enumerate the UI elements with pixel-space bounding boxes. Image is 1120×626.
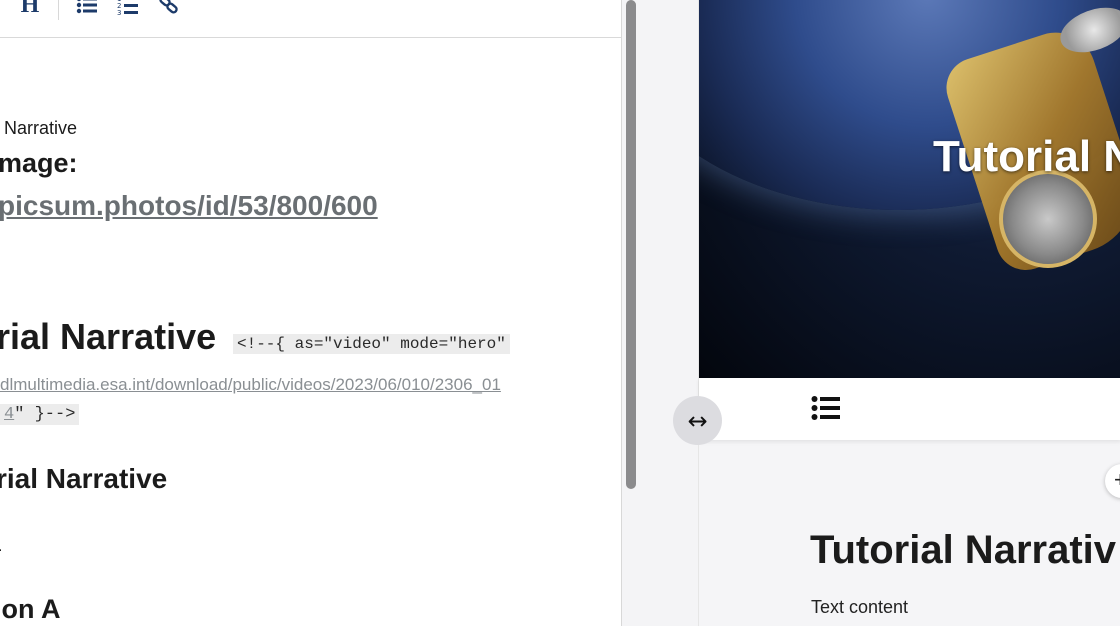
preview-pane: Tutorial N + Tutorial Narrativ Text cont… [698, 0, 1120, 626]
svg-text:3: 3 [117, 9, 121, 15]
editor-scrollbar[interactable] [626, 0, 636, 489]
numbered-list-icon[interactable]: 1 2 3 [116, 0, 140, 16]
heading-tutorial-narrative-2: rial Narrative [0, 463, 168, 494]
hero-video-banner: Tutorial N [699, 0, 1120, 378]
image-url-link[interactable]: picsum.photos/id/53/800/600 [0, 190, 378, 222]
preview-title: Tutorial Narrativ [810, 528, 1116, 572]
toolbar-divider [58, 0, 59, 20]
bullet-list-icon[interactable] [75, 0, 99, 16]
heading-tutorial-narrative: rial Narrative [0, 316, 217, 357]
editor-content[interactable]: Narrative mage: picsum.photos/id/53/800/… [0, 38, 621, 626]
markdown-editor[interactable]: H 1 2 3 Narrativ [0, 0, 622, 626]
heading-section-a: ion A [0, 594, 61, 624]
narrative-line: Narrative [4, 118, 78, 138]
editor-toolbar: H 1 2 3 [0, 0, 621, 38]
add-button[interactable]: + [1105, 464, 1120, 498]
image-label: mage: [0, 148, 78, 178]
table-of-contents-icon[interactable] [811, 395, 843, 423]
resize-handle[interactable]: ↔ [673, 396, 722, 445]
video-directive-code: <!--{ as="video" mode="hero" [233, 334, 510, 354]
preview-text: Text content [811, 597, 909, 617]
heading-icon[interactable]: H [18, 0, 42, 18]
video-url-link-end[interactable]: 4 [4, 405, 14, 424]
satellite-dish-image [999, 170, 1097, 268]
directive-close-code: " }--> [14, 405, 76, 424]
text-fragment: . [0, 538, 2, 556]
video-url-continuation: 4" }--> [0, 404, 80, 425]
link-icon[interactable] [157, 0, 181, 16]
video-url-link[interactable]: dlmultimedia.esa.int/download/public/vid… [0, 375, 501, 395]
hero-title: Tutorial N [933, 132, 1120, 181]
preview-toolbar [699, 378, 1120, 440]
